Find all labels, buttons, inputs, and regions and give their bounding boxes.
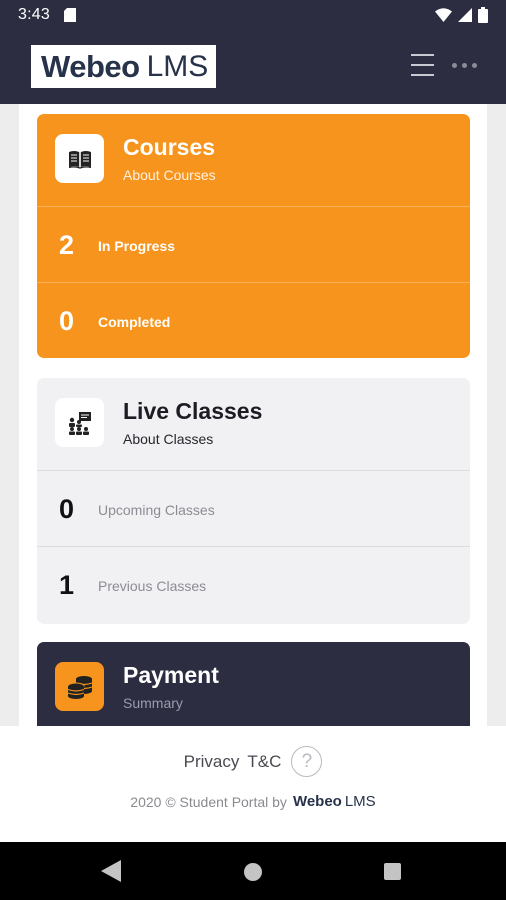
payment-card-header[interactable]: Payment Summary	[37, 642, 470, 726]
back-icon[interactable]	[101, 860, 121, 882]
logo-product: LMS	[146, 49, 209, 83]
more-options-icon[interactable]	[452, 63, 478, 69]
payment-card[interactable]: Payment Summary	[37, 642, 470, 726]
payment-title: Payment	[123, 662, 219, 688]
previous-classes-row[interactable]: 1 Previous Classes	[37, 546, 470, 622]
courses-card-header[interactable]: Courses About Courses	[37, 114, 470, 206]
stat-label: In Progress	[98, 238, 176, 254]
courses-subtitle: About Courses	[123, 167, 216, 183]
stat-value: 2	[59, 230, 75, 260]
status-time: 3:43	[18, 6, 50, 23]
payment-subtitle: Summary	[123, 695, 183, 711]
stat-label: Previous Classes	[98, 578, 207, 594]
status-bar: 3:43	[0, 0, 506, 30]
wifi-icon	[435, 8, 452, 22]
home-icon[interactable]	[244, 863, 262, 881]
stat-value: 0	[59, 494, 75, 524]
live-classes-title: Live Classes	[123, 398, 263, 424]
footer-logo-product: LMS	[344, 793, 376, 810]
courses-title: Courses	[123, 134, 216, 160]
privacy-link[interactable]: Privacy	[184, 752, 240, 772]
live-classes-card[interactable]: Live Classes About Classes 0 Upcoming Cl…	[37, 378, 470, 624]
live-classes-card-header[interactable]: Live Classes About Classes	[37, 378, 470, 470]
stat-value: 0	[59, 306, 75, 336]
logo-brand: Webeo LMS	[41, 49, 208, 85]
recent-apps-icon[interactable]	[384, 863, 401, 880]
logo[interactable]: Webeo LMS	[31, 45, 216, 88]
footer-logo-brand: Webeo	[292, 793, 342, 810]
system-nav-bar	[0, 842, 506, 900]
footer: Privacy T&C ? 2020 © Student Portal by W…	[0, 726, 506, 842]
courses-card[interactable]: Courses About Courses 2 In Progress 0 Co…	[37, 114, 470, 358]
stat-value: 1	[59, 570, 75, 600]
copyright: 2020 © Student Portal by Webeo LMS	[0, 793, 506, 810]
dashboard-content: Courses About Courses 2 In Progress 0 Co…	[19, 104, 487, 726]
classroom-icon	[55, 398, 104, 447]
footer-logo: Webeo LMS	[293, 793, 376, 810]
logo-brand-text: Webeo	[41, 48, 140, 84]
app-header: Webeo LMS	[0, 30, 506, 104]
courses-completed-row[interactable]: 0 Completed	[37, 282, 470, 358]
coins-icon	[55, 662, 104, 711]
stat-label: Completed	[98, 314, 171, 330]
terms-link[interactable]: T&C	[247, 752, 281, 772]
sd-card-icon	[63, 8, 76, 22]
battery-icon	[478, 7, 488, 23]
book-icon	[55, 134, 104, 183]
live-classes-subtitle: About Classes	[123, 431, 214, 447]
courses-in-progress-row[interactable]: 2 In Progress	[37, 206, 470, 282]
help-icon[interactable]: ?	[291, 746, 323, 777]
stat-label: Upcoming Classes	[98, 502, 215, 518]
copyright-text: 2020 © Student Portal by	[130, 793, 287, 810]
footer-links: Privacy T&C ?	[0, 746, 506, 777]
upcoming-classes-row[interactable]: 0 Upcoming Classes	[37, 470, 470, 546]
hamburger-menu-icon[interactable]	[411, 54, 434, 78]
signal-icon	[458, 8, 472, 22]
